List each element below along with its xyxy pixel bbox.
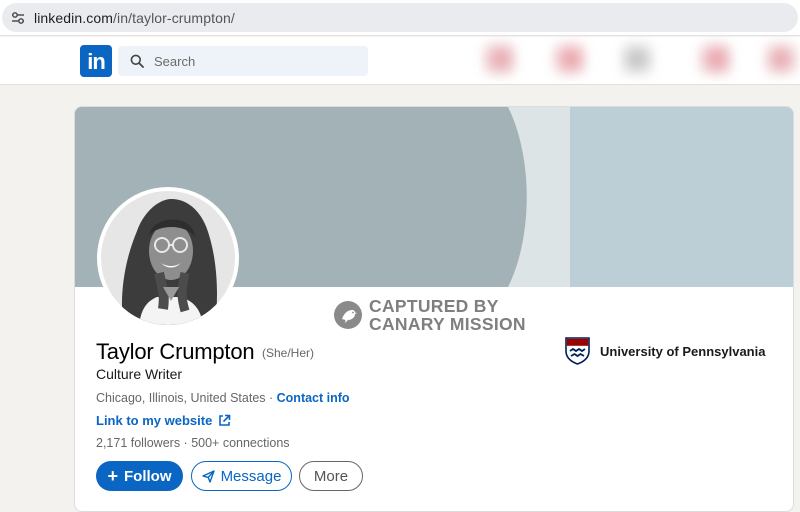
connections-count[interactable]: 500+ connections [191,436,289,450]
more-button[interactable]: More [299,461,363,491]
search-box[interactable] [118,46,368,76]
nav-icon-blurred[interactable] [620,42,654,76]
profile-name: Taylor Crumpton [96,339,255,364]
contact-info-link[interactable]: Contact info [277,391,350,405]
follow-label: Follow [124,467,172,485]
stats-separator: · [180,436,192,450]
canary-bird-icon [334,301,362,329]
search-input[interactable] [154,52,354,70]
url-host: linkedin.com [34,10,114,26]
url-text[interactable]: linkedin.com/in/taylor-crumpton/ [34,10,235,26]
url-bar[interactable]: linkedin.com/in/taylor-crumpton/ [2,3,798,32]
message-label: Message [220,467,282,485]
external-link-icon [219,414,231,426]
captured-watermark: CAPTURED BY CANARY MISSION [333,297,526,333]
profile-card: CAPTURED BY CANARY MISSION Taylor Crumpt… [74,106,794,512]
browser-address-bar: linkedin.com/in/taylor-crumpton/ [0,0,800,36]
followers-count[interactable]: 2,171 followers [96,436,180,450]
follow-button[interactable]: + Follow [96,461,183,491]
education-name: University of Pennsylvania [600,343,766,359]
education-item[interactable]: University of Pennsylvania [565,337,765,365]
message-button[interactable]: Message [191,461,292,491]
url-path: /in/taylor-crumpton/ [113,10,235,26]
profile-location: Chicago, Illinois, United States [96,391,266,405]
watermark-text: CAPTURED BY CANARY MISSION [369,297,526,333]
nav-icon-blurred[interactable] [698,42,732,76]
website-link-label: Link to my website [96,413,213,428]
nav-icon-blurred[interactable] [482,42,516,76]
location-row: Chicago, Illinois, United States · Conta… [96,391,350,405]
send-icon [201,469,215,483]
nav-icon-blurred[interactable] [764,42,798,76]
website-link[interactable]: Link to my website [96,413,231,428]
location-separator: · [265,391,277,405]
profile-portrait-image [101,191,235,325]
watermark-line1: CAPTURED BY [369,296,499,316]
network-stats: 2,171 followers · 500+ connections [96,436,290,450]
linkedin-logo[interactable]: in [80,45,112,77]
tune-icon[interactable] [10,10,26,26]
university-shield-icon [565,337,590,365]
watermark-line2: CANARY MISSION [369,314,526,334]
profile-headline: Culture Writer [96,366,183,382]
search-icon [130,54,144,68]
profile-photo[interactable] [97,187,239,329]
nav-icon-blurred[interactable] [552,42,586,76]
top-nav: in [0,37,800,85]
plus-icon: + [107,466,118,486]
profile-pronouns: (She/Her) [262,346,315,360]
